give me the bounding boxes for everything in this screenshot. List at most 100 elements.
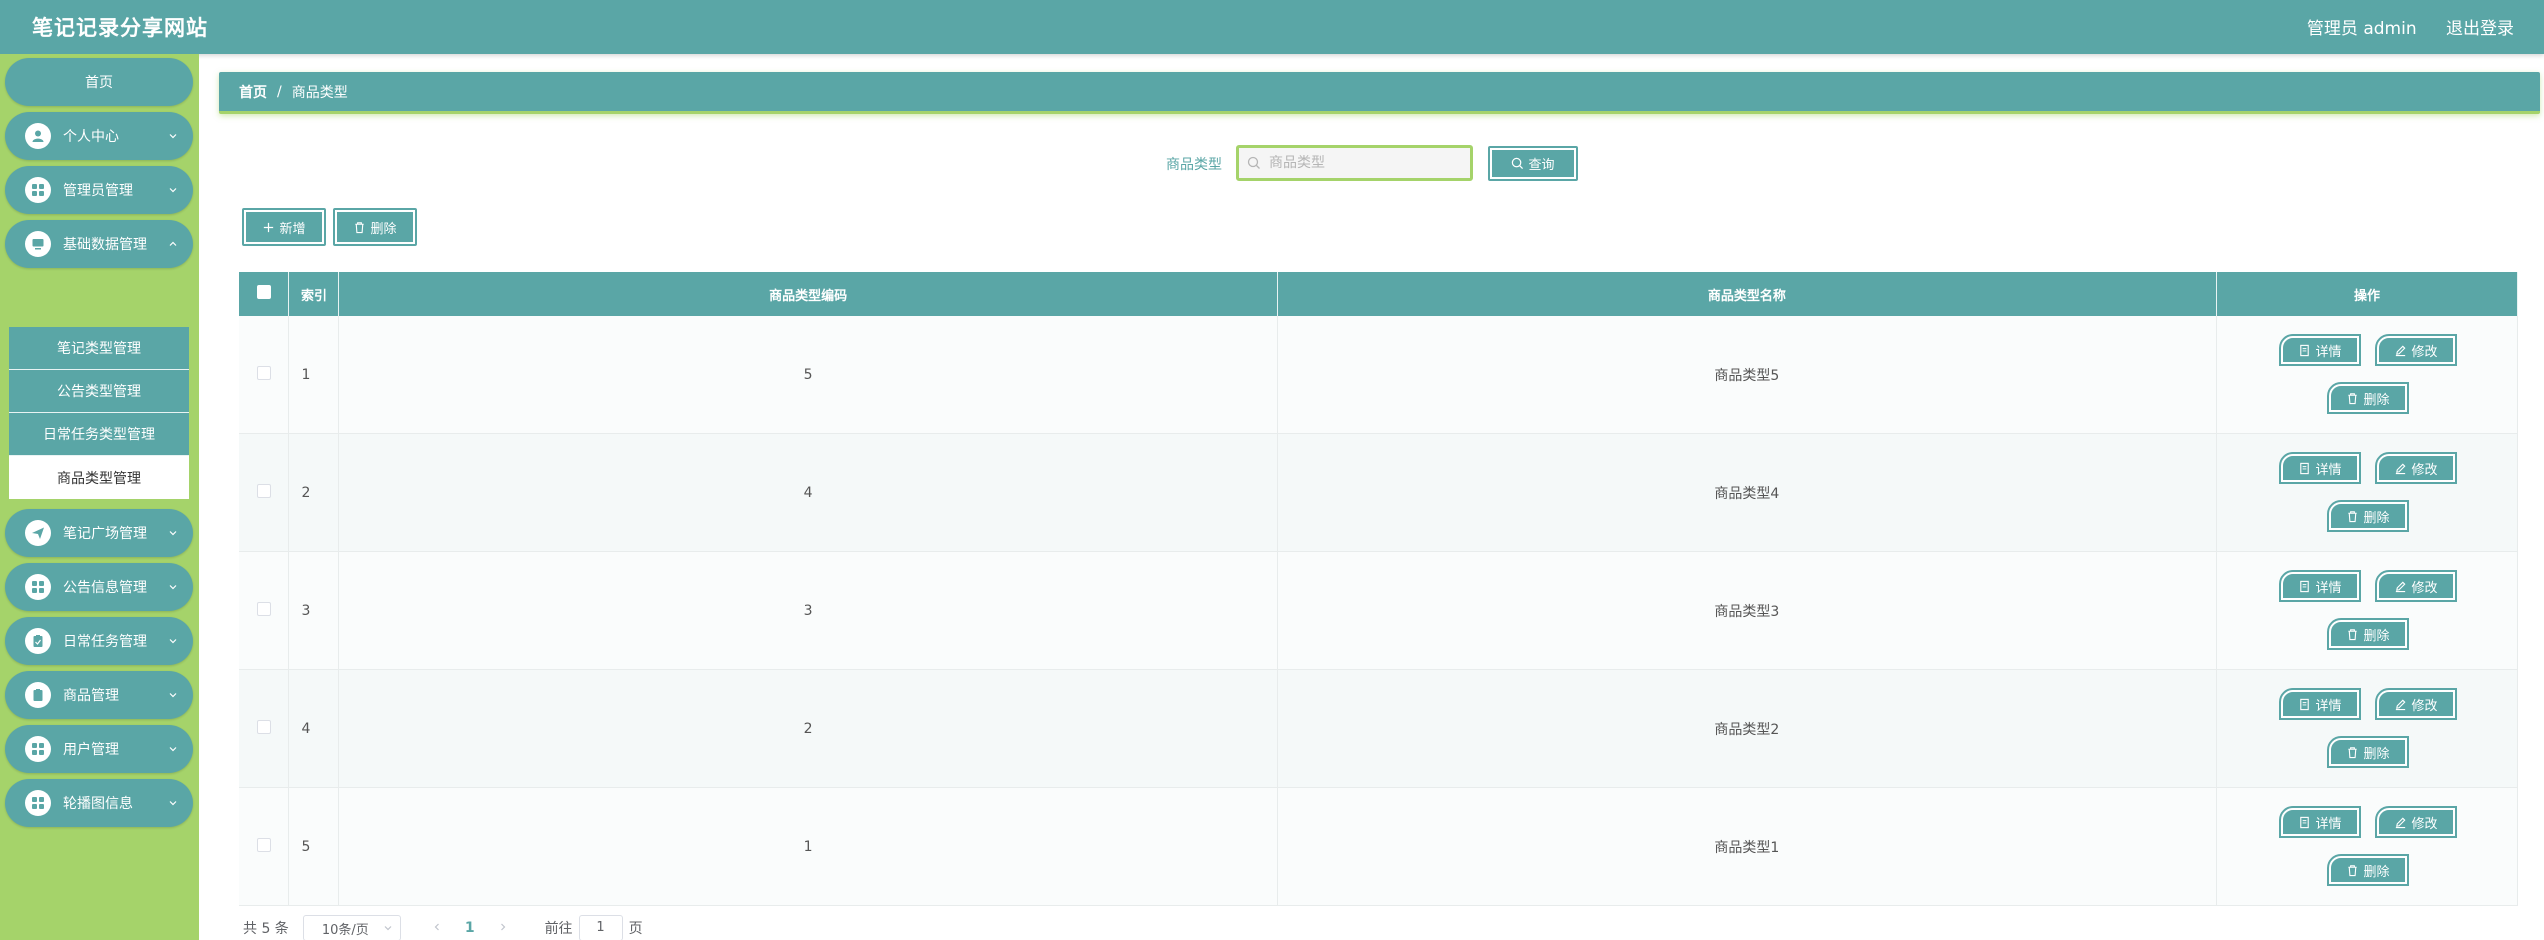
table-row: 1 5 商品类型5 详情 修改 删除: [239, 316, 2519, 434]
cell-index: 3: [288, 551, 340, 670]
delete-button[interactable]: 删除: [2326, 736, 2409, 768]
sidebar-item-home[interactable]: 首页: [5, 58, 193, 106]
edit-button[interactable]: 修改: [2374, 570, 2457, 602]
detail-button[interactable]: 详情: [2278, 452, 2361, 484]
trash-icon: [2348, 746, 2358, 758]
delete-button-label: 删除: [370, 221, 397, 237]
chevron-right-icon: [500, 923, 505, 931]
chevron-down-icon: [163, 690, 183, 700]
batch-delete-button[interactable]: 删除: [333, 208, 417, 246]
logout-link[interactable]: 退出登录: [2446, 19, 2514, 39]
breadcrumb-home[interactable]: 首页: [239, 82, 267, 102]
header-user-area: 管理员 admin 退出登录: [2283, 14, 2514, 39]
row-checkbox-cell: [239, 433, 290, 552]
breadcrumb-separator: /: [277, 83, 282, 100]
edit-button[interactable]: 修改: [2374, 334, 2457, 366]
add-button[interactable]: 新增: [242, 208, 326, 246]
delete-button-label: 删除: [2363, 628, 2390, 644]
edit-icon: [2396, 581, 2406, 592]
monitor-icon: [25, 231, 51, 257]
delete-button[interactable]: 删除: [2326, 854, 2409, 886]
next-page-button[interactable]: [493, 920, 513, 936]
cell-code: 4: [338, 433, 1278, 552]
sidebar-item-label: 轮播图信息: [63, 796, 133, 812]
detail-button[interactable]: 详情: [2278, 570, 2361, 602]
table-row: 3 3 商品类型3 详情 修改 删除: [239, 551, 2519, 670]
detail-button-label: 详情: [2315, 698, 2342, 714]
chevron-left-icon: [434, 923, 439, 931]
delete-button-label: 删除: [2363, 510, 2390, 526]
delete-button-label: 删除: [2363, 864, 2390, 880]
delete-button[interactable]: 删除: [2326, 618, 2409, 650]
detail-button[interactable]: 详情: [2278, 688, 2361, 720]
row-checkbox-cell: [239, 669, 290, 788]
search-label: 商品类型: [1166, 157, 1222, 173]
chevron-down-icon: [163, 636, 183, 646]
sidebar-item-label: 商品管理: [63, 688, 119, 704]
cell-code: 5: [338, 316, 1278, 434]
chevron-up-icon: [163, 239, 183, 249]
clipboard-icon: [25, 682, 51, 708]
delete-button[interactable]: 删除: [2326, 382, 2409, 414]
sidebar-item-label: 公告信息管理: [63, 580, 147, 596]
select-all-header: [239, 272, 290, 316]
edit-button-label: 修改: [2411, 698, 2438, 714]
column-header-name: 商品类型名称: [1277, 272, 2217, 316]
select-all-checkbox[interactable]: [256, 285, 271, 299]
sidebar-item-basic-data-management[interactable]: 基础数据管理: [5, 220, 193, 268]
edit-button[interactable]: 修改: [2374, 806, 2457, 838]
sidebar-item-label: 管理员管理: [63, 183, 133, 199]
submenu-item-product-type[interactable]: 商品类型管理: [9, 456, 189, 499]
prev-page-button[interactable]: [427, 920, 447, 936]
row-checkbox[interactable]: [256, 601, 271, 616]
detail-button[interactable]: 详情: [2278, 334, 2361, 366]
row-checkbox[interactable]: [256, 837, 271, 852]
sidebar-item-label: 基础数据管理: [63, 237, 147, 253]
grid-icon: [25, 177, 51, 203]
edit-button-label: 修改: [2411, 462, 2438, 478]
page-number-current[interactable]: 1: [465, 920, 475, 936]
row-checkbox[interactable]: [256, 365, 271, 380]
goto-label: 前往: [544, 921, 573, 937]
page-size-select[interactable]: 10条/页: [302, 915, 401, 940]
cell-index: 2: [288, 433, 340, 552]
detail-button-label: 详情: [2315, 344, 2342, 360]
submenu-item-note-type[interactable]: 笔记类型管理: [9, 327, 189, 370]
sidebar-item-product-management[interactable]: 商品管理: [5, 671, 193, 719]
row-checkbox[interactable]: [256, 483, 271, 498]
sidebar-item-carousel[interactable]: 轮播图信息: [5, 779, 193, 827]
page-size-value: 10条/页: [321, 922, 369, 938]
send-icon: [25, 520, 51, 546]
edit-button[interactable]: 修改: [2374, 688, 2457, 720]
query-button[interactable]: 查询: [1488, 146, 1578, 181]
sidebar-item-admin-management[interactable]: 管理员管理: [5, 166, 193, 214]
search-input[interactable]: [1269, 155, 1449, 171]
sidebar-item-note-square[interactable]: 笔记广场管理: [5, 509, 193, 557]
submenu-item-notice-type[interactable]: 公告类型管理: [9, 370, 189, 413]
document-icon: [2300, 580, 2310, 592]
row-checkbox[interactable]: [256, 719, 271, 734]
goto-page-input[interactable]: 1: [578, 915, 623, 940]
edit-button-label: 修改: [2411, 580, 2438, 596]
delete-button[interactable]: 删除: [2326, 500, 2409, 532]
document-icon: [2300, 816, 2310, 828]
detail-button[interactable]: 详情: [2278, 806, 2361, 838]
user-icon: [25, 123, 51, 149]
row-checkbox-cell: [239, 316, 290, 434]
breadcrumb: 首页 / 商品类型: [219, 72, 2540, 114]
search-field: [1236, 145, 1473, 181]
sidebar-item-daily-task[interactable]: 日常任务管理: [5, 617, 193, 665]
chevron-down-icon: [163, 185, 183, 195]
chevron-down-icon: [163, 528, 183, 538]
grid-icon: [25, 790, 51, 816]
cell-index: 1: [288, 316, 340, 434]
submenu-item-daily-task-type[interactable]: 日常任务类型管理: [9, 413, 189, 456]
column-header-actions: 操作: [2216, 272, 2519, 316]
cell-code: 3: [338, 551, 1278, 670]
cell-name: 商品类型3: [1277, 551, 2217, 670]
edit-button[interactable]: 修改: [2374, 452, 2457, 484]
cell-name: 商品类型1: [1277, 787, 2217, 906]
sidebar-item-user-management[interactable]: 用户管理: [5, 725, 193, 773]
sidebar-item-personal-center[interactable]: 个人中心: [5, 112, 193, 160]
sidebar-item-notice-info[interactable]: 公告信息管理: [5, 563, 193, 611]
